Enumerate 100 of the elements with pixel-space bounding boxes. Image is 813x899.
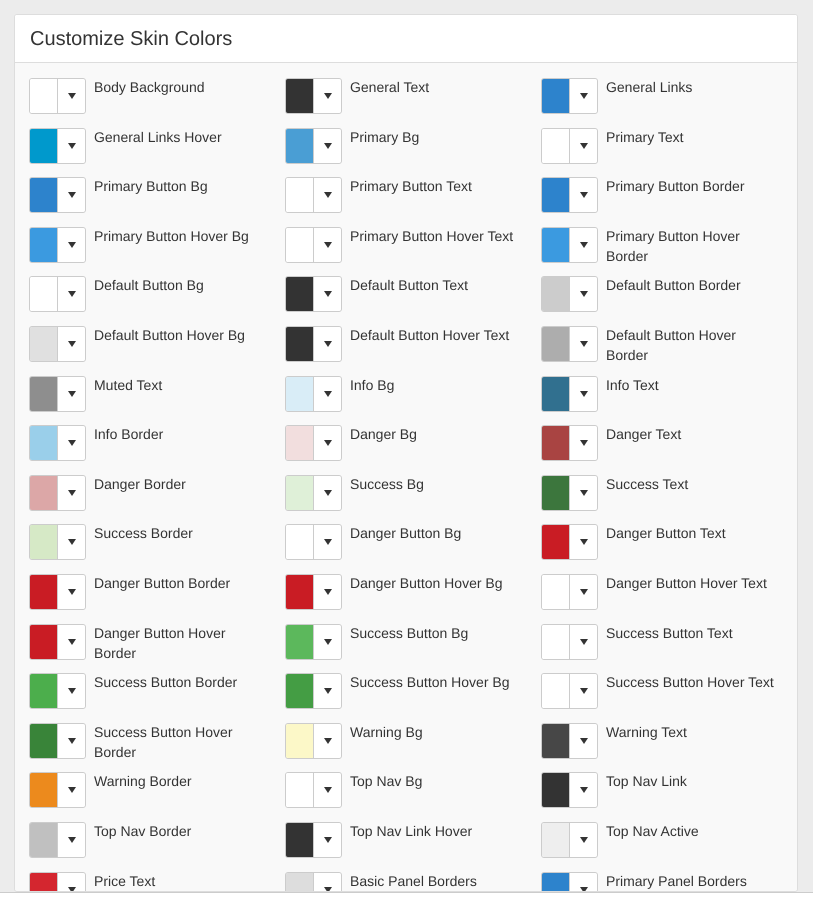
- color-picker[interactable]: [29, 722, 86, 759]
- color-label: Primary Button Text: [350, 177, 473, 196]
- caret-icon: [324, 340, 332, 347]
- color-picker[interactable]: [541, 276, 598, 312]
- color-picker[interactable]: [285, 376, 342, 412]
- color-picker[interactable]: [541, 128, 598, 164]
- color-label: Danger Button Text: [606, 524, 727, 544]
- caret-icon: [324, 390, 332, 397]
- color-picker[interactable]: [29, 276, 86, 312]
- color-picker[interactable]: [285, 425, 342, 462]
- color-picker[interactable]: [541, 524, 598, 560]
- color-label: Basic Panel Borders: [350, 872, 478, 890]
- color-picker[interactable]: [29, 128, 86, 164]
- color-picker[interactable]: [541, 177, 598, 214]
- color-picker[interactable]: [541, 722, 598, 759]
- color-label: Default Button Hover Bg: [94, 326, 246, 345]
- color-picker[interactable]: [285, 276, 342, 312]
- color-picker[interactable]: [541, 474, 598, 511]
- color-picker[interactable]: [541, 78, 598, 114]
- color-label: Warning Text: [606, 722, 688, 742]
- caret-icon: [324, 836, 332, 843]
- color-picker[interactable]: [29, 574, 86, 610]
- color-label: Danger Button Hover Bg: [350, 574, 504, 593]
- caret-icon: [580, 787, 588, 794]
- color-label: Danger Button Bg: [350, 524, 462, 544]
- color-label: Danger Button Hover Border: [94, 624, 227, 663]
- caret-icon: [68, 638, 76, 645]
- caret-icon: [324, 192, 332, 198]
- color-picker[interactable]: [541, 226, 598, 263]
- color-picker[interactable]: [285, 822, 342, 858]
- caret-icon: [580, 291, 588, 298]
- color-label: Top Nav Bg: [350, 772, 424, 792]
- color-picker[interactable]: [285, 128, 342, 164]
- color-label: Top Nav Link Hover: [350, 822, 474, 841]
- color-picker[interactable]: [285, 524, 342, 560]
- color-label: Primary Button Hover Bg: [94, 226, 250, 246]
- color-picker[interactable]: [285, 177, 342, 214]
- caret-icon: [580, 738, 588, 744]
- color-picker[interactable]: [285, 673, 342, 710]
- color-picker[interactable]: [541, 772, 598, 808]
- color-label: Danger Text: [606, 425, 682, 444]
- caret-icon: [580, 440, 588, 446]
- color-picker[interactable]: [29, 326, 86, 362]
- color-picker[interactable]: [29, 78, 86, 114]
- caret-icon: [324, 539, 332, 546]
- color-label: Danger Button Hover Text: [606, 574, 768, 593]
- color-picker[interactable]: [541, 673, 598, 710]
- color-label: General Text: [350, 78, 430, 97]
- color-picker[interactable]: [29, 524, 86, 560]
- color-label: Primary Bg: [350, 128, 420, 147]
- color-label: Primary Button Border: [606, 177, 746, 196]
- caret-icon: [68, 588, 76, 595]
- color-picker[interactable]: [541, 822, 598, 858]
- color-label: Success Button Text: [606, 624, 734, 643]
- color-picker[interactable]: [541, 326, 598, 362]
- caret-icon: [68, 738, 76, 744]
- color-picker[interactable]: [541, 425, 598, 462]
- caret-icon: [68, 340, 76, 347]
- caret-icon: [68, 490, 76, 496]
- color-label: Default Button Bg: [94, 276, 205, 296]
- color-label: Danger Border: [94, 474, 187, 494]
- color-label: Info Text: [606, 376, 660, 395]
- color-label: Default Button Hover Border: [606, 326, 737, 365]
- color-picker[interactable]: [285, 78, 342, 114]
- color-picker[interactable]: [29, 474, 86, 511]
- color-picker[interactable]: [29, 177, 86, 214]
- color-picker[interactable]: [29, 425, 86, 462]
- caret-icon: [580, 340, 588, 347]
- color-label: Muted Text: [94, 376, 164, 395]
- color-label: Primary Button Hover Border: [606, 226, 741, 266]
- color-label: Info Border: [94, 425, 164, 444]
- color-picker[interactable]: [29, 376, 86, 412]
- caret-icon: [324, 787, 332, 794]
- caret-icon: [324, 242, 332, 248]
- color-label: Primary Panel Borders: [606, 872, 748, 890]
- color-picker[interactable]: [541, 624, 598, 660]
- caret-icon: [68, 192, 76, 198]
- color-picker[interactable]: [285, 326, 342, 362]
- caret-icon: [68, 242, 76, 248]
- color-picker[interactable]: [29, 772, 86, 808]
- color-picker[interactable]: [541, 574, 598, 610]
- caret-icon: [68, 688, 76, 694]
- caret-icon: [68, 836, 76, 843]
- color-picker[interactable]: [285, 574, 342, 610]
- color-label: Default Button Border: [606, 276, 742, 296]
- color-picker[interactable]: [29, 673, 86, 710]
- color-picker[interactable]: [285, 624, 342, 660]
- color-label: General Links Hover: [94, 128, 223, 147]
- color-picker[interactable]: [541, 376, 598, 412]
- color-picker[interactable]: [29, 822, 86, 858]
- color-label: Success Button Hover Bg: [350, 673, 511, 692]
- color-picker[interactable]: [285, 722, 342, 759]
- color-picker[interactable]: [285, 474, 342, 511]
- caret-icon: [324, 688, 332, 694]
- caret-icon: [324, 93, 332, 99]
- color-picker[interactable]: [285, 226, 342, 263]
- color-picker[interactable]: [29, 226, 86, 263]
- color-picker[interactable]: [29, 624, 86, 660]
- caret-icon: [580, 242, 588, 248]
- color-picker[interactable]: [285, 772, 342, 808]
